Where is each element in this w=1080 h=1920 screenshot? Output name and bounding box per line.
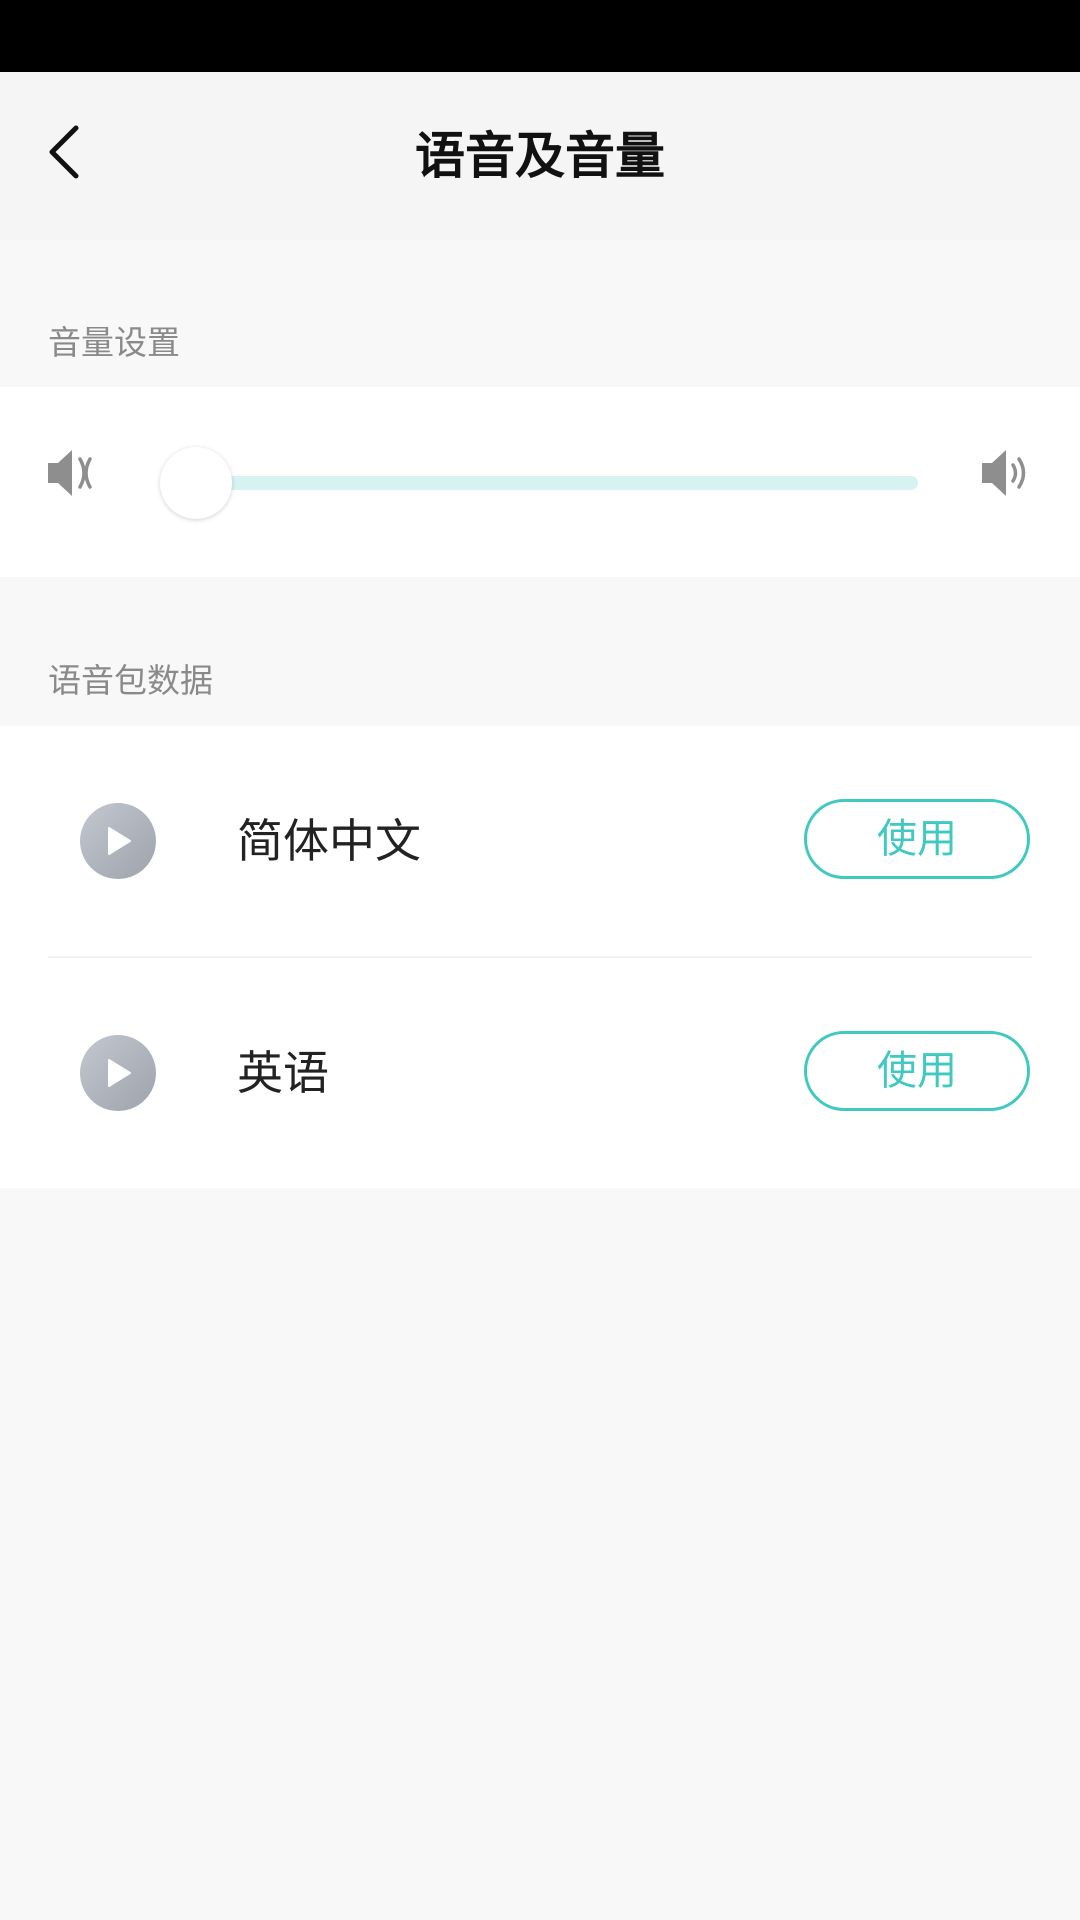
play-button[interactable] xyxy=(80,803,156,879)
play-button[interactable] xyxy=(80,1035,156,1111)
voice-pack-list: 简体中文 使用 英语 使用 xyxy=(0,726,1080,1188)
play-icon xyxy=(108,1059,131,1087)
voice-pack-name: 简体中文 xyxy=(237,814,421,868)
play-icon xyxy=(108,827,131,855)
volume-section-label: 音量设置 xyxy=(48,323,180,362)
chevron-left-icon xyxy=(49,125,79,179)
volume-panel xyxy=(0,387,1080,577)
voice-pack-item: 英语 使用 xyxy=(0,958,1080,1188)
speaker-mute-icon xyxy=(48,450,92,496)
back-button[interactable] xyxy=(28,116,100,188)
voice-pack-item: 简体中文 使用 xyxy=(0,726,1080,958)
status-bar xyxy=(0,0,1080,72)
volume-slider-thumb[interactable] xyxy=(160,447,232,519)
page-title: 语音及音量 xyxy=(415,127,665,185)
speaker-loud-icon xyxy=(982,450,1026,496)
volume-slider[interactable] xyxy=(160,443,920,523)
voice-pack-name: 英语 xyxy=(237,1046,329,1100)
voice-section-label: 语音包数据 xyxy=(48,661,213,700)
use-button[interactable]: 使用 xyxy=(804,799,1030,879)
use-button[interactable]: 使用 xyxy=(804,1031,1030,1111)
header: 语音及音量 xyxy=(0,72,1080,240)
volume-slider-track xyxy=(196,476,918,490)
